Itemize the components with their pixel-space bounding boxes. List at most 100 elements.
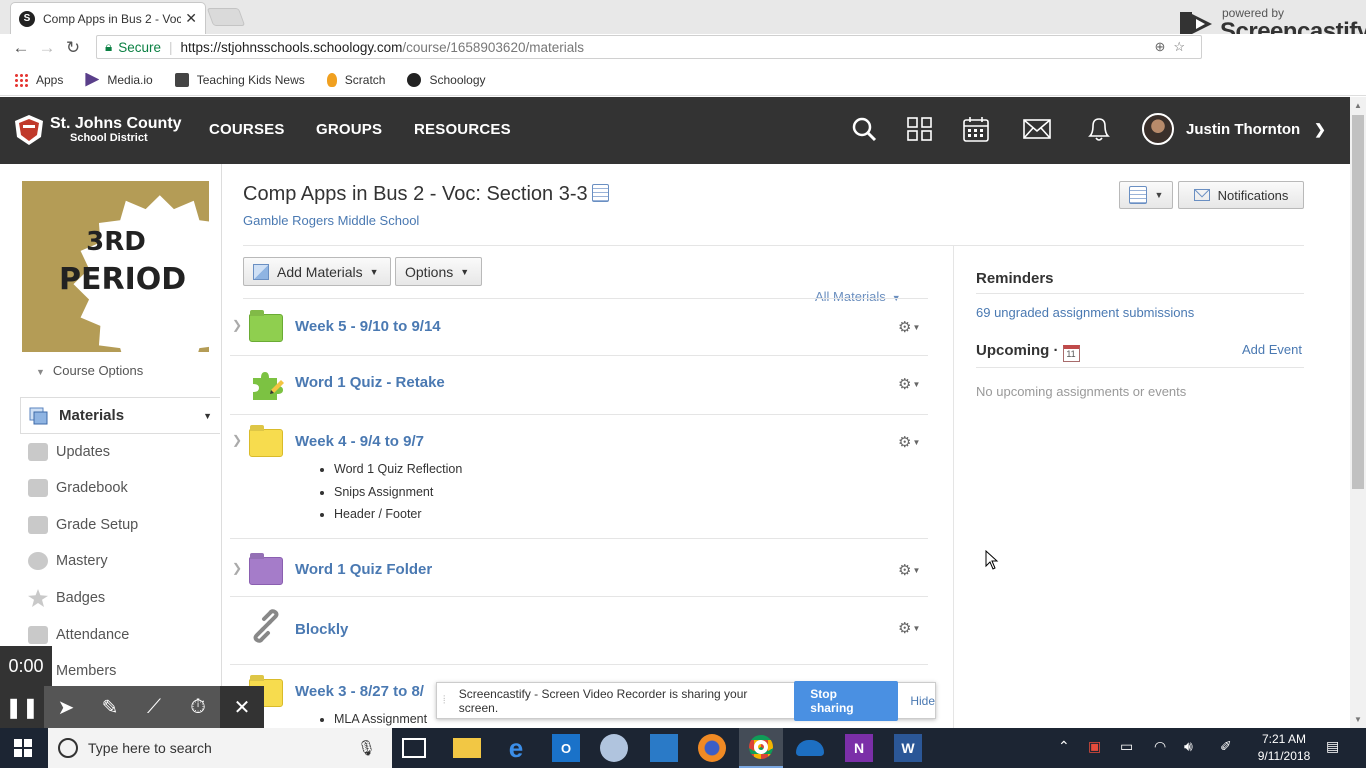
list-item[interactable]: Word 1 Quiz Reflection [334, 458, 462, 481]
tkn-icon [174, 72, 189, 87]
add-event-link[interactable]: Add Event [1242, 342, 1302, 357]
gear-icon[interactable]: ⚙▼ [898, 318, 920, 336]
gear-icon[interactable]: ⚙▼ [898, 375, 920, 393]
mail-icon[interactable] [1022, 115, 1052, 143]
caret-down-icon[interactable]: ▼ [203, 411, 212, 421]
material-title[interactable]: Week 5 - 9/10 to 9/14 [295, 318, 441, 335]
control-panel-icon[interactable] [650, 734, 678, 762]
cursor-tool-icon[interactable]: ➤ [44, 686, 88, 728]
close-icon[interactable]: ✕ [220, 686, 264, 728]
district-logo[interactable]: St. Johns County School District [12, 113, 182, 147]
hide-banner-button[interactable]: Hide [910, 694, 935, 708]
browser-tab[interactable]: S Comp Apps in Bus 2 - Voc ✕ [10, 2, 206, 34]
sidebar-item-badges[interactable]: Badges [28, 589, 105, 607]
close-tab-icon[interactable]: ✕ [185, 10, 197, 27]
taskbar-search-box[interactable]: Type here to search 🎙︎ [48, 728, 392, 768]
course-options-toggle[interactable]: ▼ Course Options [36, 363, 143, 378]
gear-icon[interactable]: ⚙▼ [898, 619, 920, 637]
pen-workspace-icon[interactable]: ✐ [1220, 738, 1232, 755]
onenote-icon[interactable]: N [845, 734, 873, 762]
sidebar-item-gradebook[interactable]: Gradebook [28, 479, 128, 497]
paint-icon[interactable] [600, 734, 628, 762]
bookmark-scratch[interactable]: Scratch [326, 72, 385, 87]
material-title[interactable]: Word 1 Quiz - Retake [295, 374, 445, 391]
task-view-icon[interactable] [402, 738, 426, 758]
folder-purple-icon [249, 557, 283, 585]
eraser-tool-icon[interactable]: ⟋ [132, 686, 176, 728]
material-title[interactable]: Week 3 - 8/27 to 8/ [295, 683, 424, 700]
edge-icon[interactable]: e [502, 733, 530, 763]
expand-chevron-icon[interactable]: ❯ [232, 561, 242, 575]
pen-tool-icon[interactable]: ✎ [88, 686, 132, 728]
notebook-icon [1128, 186, 1147, 204]
stop-sharing-button[interactable]: Stop sharing [794, 680, 899, 721]
onedrive-icon[interactable] [796, 740, 824, 756]
scrollbar-thumb[interactable] [1352, 115, 1364, 489]
forward-icon[interactable]: → [34, 38, 60, 58]
calendar-icon[interactable] [961, 115, 991, 143]
course-title: Comp Apps in Bus 2 - Voc: Section 3-3 [243, 183, 588, 205]
wifi-icon[interactable]: ◠ [1154, 738, 1166, 755]
action-center-icon[interactable]: ▤ [1326, 738, 1339, 755]
options-button[interactable]: Options ▼ [395, 257, 482, 286]
zoom-star-icons[interactable]: ⊕☆ [1154, 39, 1193, 55]
sidebar-item-materials[interactable]: Materials ▼ [20, 397, 220, 434]
list-item[interactable]: Header / Footer [334, 503, 462, 526]
nav-courses[interactable]: COURSES [209, 121, 285, 138]
battery-icon[interactable]: ▭ [1120, 738, 1133, 755]
page-scrollbar[interactable]: ▲ ▼ [1350, 97, 1366, 728]
sidebar-item-updates[interactable]: Updates [28, 443, 110, 461]
chrome-icon[interactable] [739, 728, 783, 768]
sidebar-item-mastery[interactable]: Mastery [28, 552, 108, 570]
chevron-up-icon[interactable]: ⌃ [1058, 738, 1070, 755]
list-item[interactable]: Snips Assignment [334, 481, 462, 504]
sidebar-item-grade-setup[interactable]: Grade Setup [28, 516, 138, 534]
user-name: Justin Thornton [1186, 120, 1301, 138]
reload-icon[interactable]: ↻ [60, 38, 86, 58]
volume-icon[interactable]: 🔊︎ [1184, 738, 1193, 755]
url-bar[interactable]: 🔒︎ Secure | https://stjohnsschools.schoo… [96, 35, 1202, 59]
windows-start-icon[interactable] [14, 739, 32, 757]
search-icon[interactable] [850, 115, 880, 143]
bookmark-apps[interactable]: Apps [14, 72, 63, 87]
nav-resources[interactable]: RESOURCES [414, 121, 511, 138]
sidebar-item-label: Members [56, 663, 117, 679]
list-item[interactable]: MLA Assignment [334, 708, 427, 728]
scroll-up-icon[interactable]: ▲ [1354, 101, 1362, 110]
material-title[interactable]: Week 4 - 9/4 to 9/7 [295, 433, 424, 450]
sidebar-item-attendance[interactable]: Attendance [28, 626, 129, 644]
ungraded-submissions-link[interactable]: 69 ungraded assignment submissions [976, 305, 1194, 320]
bookmark-media-io[interactable]: Media.io [85, 72, 153, 87]
firefox-icon[interactable] [698, 734, 726, 762]
taskbar-clock[interactable]: 7:21 AM 9/11/2018 [1252, 731, 1316, 765]
gear-icon[interactable]: ⚙▼ [898, 433, 920, 451]
material-title[interactable]: Blockly [295, 621, 348, 638]
expand-chevron-icon[interactable]: ❯ [232, 433, 242, 447]
caret-down-icon: ▼ [369, 266, 379, 277]
school-link[interactable]: Gamble Rogers Middle School [243, 213, 419, 228]
back-icon[interactable]: ← [8, 38, 34, 58]
bookmark-schoology[interactable]: Schoology [407, 72, 486, 87]
add-materials-label: Add Materials [277, 263, 363, 280]
file-explorer-icon[interactable] [453, 738, 481, 758]
microphone-icon[interactable]: 🎙︎ [357, 739, 376, 757]
add-materials-button[interactable]: Add Materials ▼ [243, 257, 391, 286]
expand-chevron-icon[interactable]: ❯ [232, 318, 242, 332]
new-tab-button[interactable] [206, 8, 246, 26]
app-grid-icon[interactable] [905, 115, 935, 143]
word-icon[interactable]: W [894, 734, 922, 762]
outlook-icon[interactable]: O [552, 734, 580, 762]
pause-icon[interactable]: ❚❚ [0, 686, 44, 728]
security-icon[interactable]: ▣ [1088, 738, 1101, 755]
view-toggle-button[interactable]: ▼ [1119, 181, 1173, 209]
user-menu[interactable]: Justin Thornton ❯ [1142, 113, 1326, 145]
notifications-bell-icon[interactable] [1084, 115, 1114, 143]
drag-handle-icon[interactable]: ⦙ [443, 694, 455, 707]
notifications-button[interactable]: Notifications [1178, 181, 1304, 209]
stopwatch-icon[interactable]: ⏱ [176, 686, 220, 728]
gear-icon[interactable]: ⚙▼ [898, 561, 920, 579]
nav-groups[interactable]: GROUPS [316, 121, 382, 138]
bookmark-teaching-kids-news[interactable]: Teaching Kids News [174, 72, 305, 87]
scroll-down-icon[interactable]: ▼ [1354, 715, 1362, 724]
material-title[interactable]: Word 1 Quiz Folder [295, 561, 432, 578]
